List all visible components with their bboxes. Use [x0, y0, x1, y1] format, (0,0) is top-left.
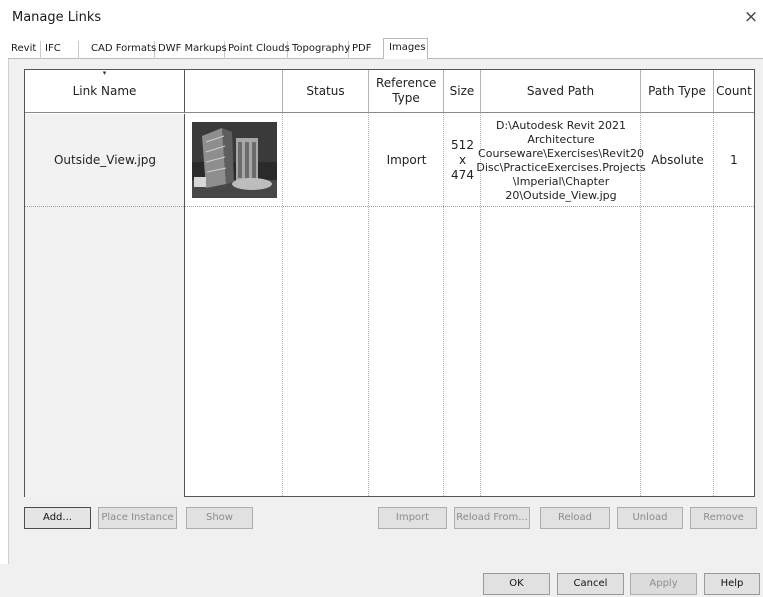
header-reference-type[interactable]: Reference Type — [369, 70, 444, 113]
tab-cad-formats[interactable]: CAD Formats — [88, 41, 156, 59]
header-status[interactable]: Status — [283, 70, 369, 113]
title-bar: Manage Links × — [0, 0, 763, 36]
cancel-button[interactable]: Cancel — [557, 573, 624, 595]
place-instance-button[interactable]: Place Instance — [98, 507, 177, 529]
header-reference-type-label: Reference Type — [376, 76, 437, 105]
help-button[interactable]: Help — [704, 573, 760, 595]
tab-ifc[interactable]: IFC — [42, 41, 79, 59]
cell-path-type[interactable]: Absolute — [641, 114, 714, 207]
reload-from-button[interactable]: Reload From... — [454, 507, 530, 529]
header-preview[interactable] — [185, 70, 283, 113]
tab-dwf-markups[interactable]: DWF Markups — [155, 41, 227, 59]
reload-button[interactable]: Reload — [540, 507, 610, 529]
tab-pdf[interactable]: PDF — [349, 41, 382, 59]
header-path-type[interactable]: Path Type — [641, 70, 714, 113]
header-saved-path[interactable]: Saved Path — [481, 70, 641, 113]
cell-reference-type[interactable]: Import — [369, 114, 444, 207]
import-button[interactable]: Import — [378, 507, 447, 529]
tab-point-clouds[interactable]: Point Clouds — [225, 41, 290, 59]
cell-link-name[interactable]: Outside_View.jpg — [25, 114, 185, 207]
unload-button[interactable]: Unload — [617, 507, 683, 529]
cell-count[interactable]: 1 — [714, 114, 754, 207]
tab-images[interactable]: Images — [383, 38, 428, 60]
tab-strip: Revit IFC CAD Formats DWF Markups Point … — [8, 38, 763, 60]
tab-topography[interactable]: Topography — [289, 41, 350, 59]
row-divider — [25, 206, 754, 207]
ok-button[interactable]: OK — [483, 573, 550, 595]
show-button[interactable]: Show — [186, 507, 253, 529]
window-title: Manage Links — [12, 10, 102, 25]
links-table: ▾ Link Name Status Reference Type Size S… — [24, 69, 755, 497]
remove-button[interactable]: Remove — [690, 507, 757, 529]
header-link-name[interactable]: ▾ Link Name — [25, 69, 185, 113]
tab-revit[interactable]: Revit — [8, 41, 41, 59]
close-icon[interactable]: × — [743, 8, 759, 26]
cell-saved-path[interactable]: D:\Autodesk Revit 2021 Architecture Cour… — [476, 114, 645, 207]
building-thumbnail-icon — [192, 122, 277, 198]
apply-button[interactable]: Apply — [630, 573, 697, 595]
cell-status[interactable] — [283, 114, 369, 207]
header-count[interactable]: Count — [714, 70, 754, 113]
add-button[interactable]: Add... — [24, 507, 91, 529]
header-size[interactable]: Size — [444, 70, 481, 113]
sort-indicator-icon: ▾ — [102, 69, 107, 77]
header-link-name-label: Link Name — [72, 83, 137, 98]
